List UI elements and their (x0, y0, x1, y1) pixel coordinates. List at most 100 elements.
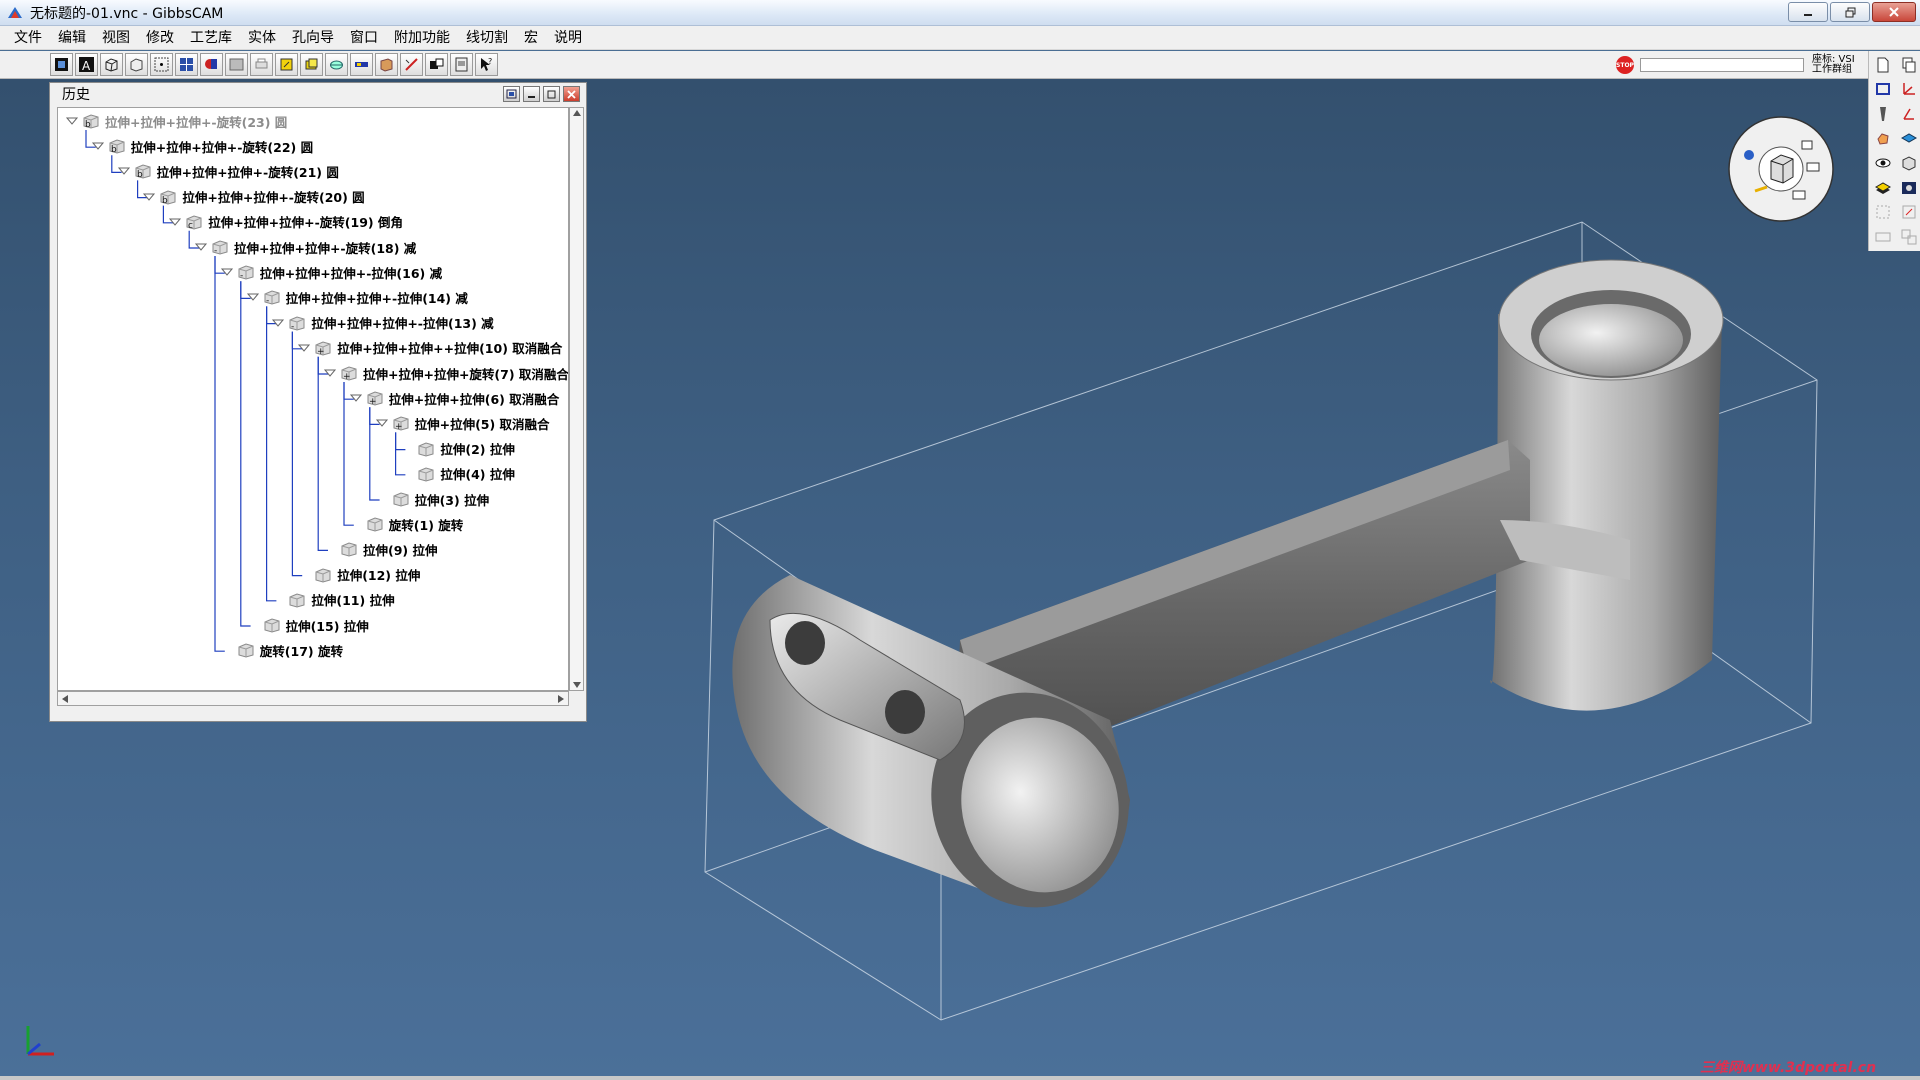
expand-triangle-icon[interactable] (272, 318, 285, 328)
tool-toolpath-button[interactable] (325, 53, 348, 76)
vertical-scrollbar[interactable] (569, 107, 584, 691)
view-navigation-cube[interactable] (1727, 115, 1835, 223)
history-tree-node[interactable]: c 拉伸+拉伸+拉伸+-旋转(19) 倒角 (169, 211, 403, 233)
angle-button[interactable] (1898, 103, 1920, 124)
history-tree-node[interactable]: + 拉伸+拉伸+拉伸+旋转(7) 取消融合 (324, 362, 568, 384)
menu-macro[interactable]: 宏 (516, 26, 546, 50)
expand-triangle-icon[interactable] (91, 141, 104, 151)
dock-icon (506, 89, 517, 99)
menu-hole-wizard[interactable]: 孔向导 (284, 26, 342, 50)
tool-tool-button[interactable] (225, 53, 248, 76)
menu-view[interactable]: 视图 (94, 26, 138, 50)
expand-triangle-icon[interactable] (324, 368, 336, 378)
new-document-button[interactable] (1872, 54, 1894, 75)
axis-button[interactable] (1898, 79, 1920, 100)
point-icon (154, 57, 169, 72)
tool-text-button[interactable]: A (75, 53, 98, 76)
tool-solid-button[interactable] (100, 53, 123, 76)
rectangle-button[interactable] (1872, 79, 1894, 100)
tool-list-button[interactable] (1872, 103, 1894, 124)
tool-process-button[interactable] (275, 53, 298, 76)
tool-grid-button[interactable] (175, 53, 198, 76)
restore-button[interactable] (1830, 2, 1870, 22)
tool-operation-button[interactable] (300, 53, 323, 76)
shaded-button[interactable] (1898, 202, 1920, 223)
expand-triangle-icon[interactable] (298, 343, 311, 353)
menu-window[interactable]: 窗口 (342, 26, 386, 50)
expand-triangle-icon[interactable] (220, 267, 233, 277)
history-tree-node[interactable]: 拉伸(9) 拉伸 (324, 538, 437, 560)
menu-solid[interactable]: 实体 (240, 26, 284, 50)
menu-plugins[interactable]: 附加功能 (386, 26, 458, 50)
tool-print-button[interactable] (250, 53, 273, 76)
expand-triangle-icon[interactable] (195, 242, 207, 252)
close-button[interactable] (1872, 2, 1916, 22)
copy-button[interactable] (1898, 54, 1920, 75)
history-close-button[interactable] (563, 86, 580, 102)
history-minimize-button[interactable] (523, 86, 540, 102)
history-tree-node[interactable]: - 拉伸+拉伸+拉伸+-拉伸(16) 减 (220, 261, 442, 283)
svg-text:-: - (291, 322, 294, 332)
history-tree-node[interactable]: b 拉伸+拉伸+拉伸+-旋转(20) 圆 (143, 186, 365, 208)
history-tree-node[interactable]: 拉伸(3) 拉伸 (376, 488, 489, 510)
layer-button[interactable] (1872, 177, 1894, 198)
history-tree-node[interactable]: 拉伸(11) 拉伸 (272, 589, 395, 611)
expand-triangle-icon[interactable] (169, 217, 182, 227)
menu-process-library[interactable]: 工艺库 (182, 26, 240, 50)
history-tree-node[interactable]: 拉伸(4) 拉伸 (401, 463, 515, 485)
box-view-button[interactable] (1898, 153, 1920, 174)
history-tree[interactable]: b 拉伸+拉伸+拉伸+-旋转(23) 圆 b 拉伸+拉伸+拉伸+-旋转(22) 圆 b 拉… (57, 107, 569, 691)
tool-render-button[interactable] (350, 53, 373, 76)
multi-view-button[interactable] (1898, 226, 1920, 247)
tool-stock-button[interactable] (375, 53, 398, 76)
history-node-label: 拉伸+拉伸+拉伸++拉伸(10) 取消融合 (337, 341, 563, 357)
solid-body-icon: b (83, 114, 99, 130)
cross-section-button[interactable] (1872, 202, 1894, 223)
stop-button[interactable]: STOP (1616, 56, 1634, 74)
menu-help[interactable]: 说明 (546, 26, 590, 50)
expand-triangle-icon[interactable] (117, 166, 130, 176)
history-tree-node[interactable]: 拉伸(15) 拉伸 (247, 614, 369, 636)
history-tree-node[interactable]: + 拉伸+拉伸+拉伸(6) 取消融合 (349, 387, 559, 409)
history-tree-node[interactable]: - 拉伸+拉伸+拉伸+-拉伸(13) 减 (272, 312, 494, 334)
plane-button[interactable] (1898, 128, 1920, 149)
tool-wireframe-button[interactable] (125, 53, 148, 76)
history-tree-node[interactable]: 旋转(1) 旋转 (350, 513, 463, 535)
view-eye-button[interactable] (1872, 153, 1894, 174)
history-tree-node[interactable]: - 拉伸+拉伸+拉伸+-旋转(18) 减 (195, 236, 416, 258)
render-view-button[interactable] (1898, 177, 1920, 198)
tool-machine-button[interactable] (450, 53, 473, 76)
split-view-button[interactable] (1872, 226, 1894, 247)
history-tree-node[interactable]: 旋转(17) 旋转 (221, 639, 343, 661)
menu-wire-edm[interactable]: 线切割 (458, 26, 516, 50)
tool-shape-button[interactable] (200, 53, 223, 76)
horizontal-scrollbar[interactable] (57, 691, 569, 706)
expand-triangle-icon[interactable] (375, 418, 388, 428)
hand-button[interactable] (1872, 128, 1894, 149)
tool-select-button[interactable] (50, 53, 73, 76)
expand-triangle-icon[interactable] (66, 116, 78, 126)
history-tree-node[interactable]: b 拉伸+拉伸+拉伸+-旋转(22) 圆 (91, 135, 313, 157)
tool-workgroup-button[interactable] (425, 53, 448, 76)
tool-help-button[interactable]: ? (475, 53, 498, 76)
history-maximize-button[interactable] (543, 86, 560, 102)
history-tree-node[interactable]: + 拉伸+拉伸+拉伸++拉伸(10) 取消融合 (298, 337, 562, 359)
history-tree-node[interactable]: b 拉伸+拉伸+拉伸+-旋转(23) 圆 (66, 110, 287, 132)
history-tree-node[interactable]: - 拉伸+拉伸+拉伸+-拉伸(14) 减 (246, 286, 468, 308)
history-tree-node[interactable]: 拉伸(12) 拉伸 (298, 564, 420, 586)
history-tree-node[interactable]: b 拉伸+拉伸+拉伸+-旋转(21) 圆 (117, 160, 339, 182)
axis-triad-icon (26, 1026, 54, 1056)
tool-dimension-button[interactable] (400, 53, 423, 76)
menu-modify[interactable]: 修改 (138, 26, 182, 50)
expand-triangle-icon[interactable] (246, 292, 259, 302)
history-dock-button[interactable] (503, 86, 520, 102)
history-node-label: 拉伸(9) 拉伸 (363, 542, 438, 558)
menu-edit[interactable]: 编辑 (50, 26, 94, 50)
tool-point-button[interactable] (150, 53, 173, 76)
history-tree-node[interactable]: 拉伸(2) 拉伸 (401, 438, 515, 460)
minimize-button[interactable] (1788, 2, 1828, 22)
menu-file[interactable]: 文件 (6, 26, 50, 50)
expand-triangle-icon[interactable] (349, 393, 362, 403)
expand-triangle-icon[interactable] (143, 192, 156, 202)
history-tree-node[interactable]: + 拉伸+拉伸(5) 取消融合 (375, 412, 550, 434)
